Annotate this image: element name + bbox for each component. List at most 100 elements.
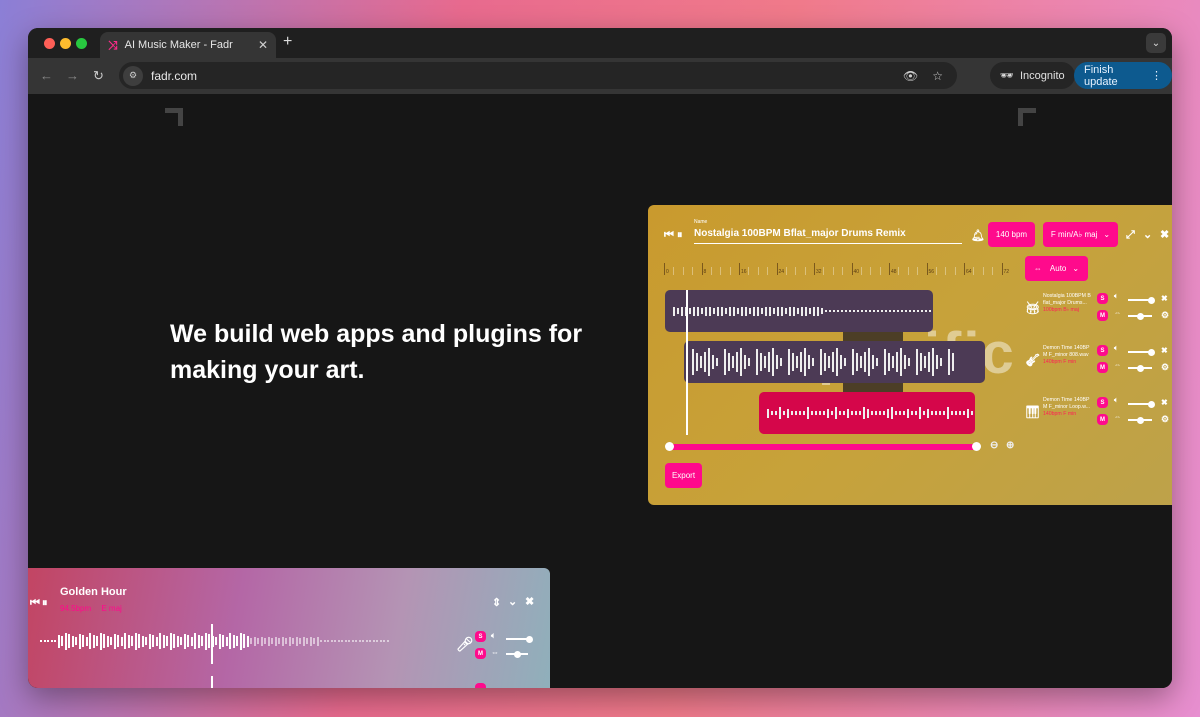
volume-knob[interactable] bbox=[1147, 348, 1155, 356]
waveform-bar bbox=[767, 408, 769, 418]
mute-button[interactable]: M bbox=[1097, 362, 1108, 373]
pan-slider[interactable] bbox=[1128, 416, 1152, 424]
solo-button-next[interactable] bbox=[475, 683, 486, 688]
waveform-bar bbox=[78, 633, 81, 649]
volume-slider[interactable] bbox=[506, 635, 533, 643]
volume-knob[interactable] bbox=[1147, 400, 1155, 408]
track-settings-icon[interactable]: ⚙ bbox=[1161, 310, 1169, 321]
volume-slider[interactable] bbox=[1128, 400, 1155, 408]
address-bar[interactable]: ⚙ fadr.com 👁 ☆ bbox=[119, 62, 957, 89]
range-end-handle[interactable] bbox=[972, 442, 981, 451]
volume-icon: 🔈︎ bbox=[1114, 293, 1119, 300]
minimize-window-button[interactable] bbox=[60, 38, 71, 49]
expand-icon[interactable]: ⤢ bbox=[1126, 229, 1135, 242]
browser-tab[interactable]: ⤨ AI Music Maker - Fadr ✕ bbox=[100, 32, 276, 58]
timeline-ruler[interactable]: 0 8 16 24 32 40 48 56 64 72 bbox=[664, 257, 1019, 277]
eye-off-icon[interactable]: 👁 bbox=[903, 69, 918, 83]
waveform-bar bbox=[733, 306, 735, 316]
solo-button[interactable]: S bbox=[475, 631, 486, 642]
pan-slider[interactable] bbox=[1128, 364, 1152, 372]
pause-icon[interactable]: ⏸ bbox=[42, 597, 48, 610]
mute-button[interactable]: M bbox=[1097, 310, 1108, 321]
solo-button[interactable]: S bbox=[1097, 293, 1108, 304]
solo-button[interactable]: S bbox=[1097, 345, 1108, 356]
waveform-bar bbox=[250, 638, 252, 644]
bpm-button[interactable]: 140 bpm bbox=[988, 222, 1035, 247]
kebab-menu-icon[interactable]: ⋮ bbox=[1151, 69, 1162, 82]
name-input[interactable]: Nostalgia 100BPM Bflat_major Drums Remix bbox=[694, 228, 962, 244]
new-tab-button[interactable]: + bbox=[283, 33, 292, 51]
reload-icon[interactable]: ↻ bbox=[93, 68, 104, 84]
reorder-icon[interactable]: ⇕ bbox=[492, 596, 501, 609]
pan-knob[interactable] bbox=[1136, 416, 1144, 424]
export-button[interactable]: Export bbox=[665, 463, 702, 488]
mute-button[interactable]: M bbox=[475, 648, 486, 659]
pan-slider[interactable] bbox=[506, 650, 528, 658]
close-icon[interactable]: ✖ bbox=[1160, 228, 1169, 241]
tab-search-icon[interactable]: ⌄ bbox=[1146, 33, 1166, 53]
waveform-bar bbox=[239, 632, 242, 650]
waveform-bar bbox=[851, 411, 853, 415]
browser-window: ⤨ AI Music Maker - Fadr ✕ + ⌄ ← → ↻ ⚙ fa… bbox=[28, 28, 1172, 688]
close-tab-icon[interactable]: ✕ bbox=[258, 38, 268, 52]
track-key: F min bbox=[1063, 359, 1077, 365]
forward-arrow-icon[interactable]: → bbox=[66, 68, 79, 83]
remove-track-icon[interactable]: ✖ bbox=[1161, 346, 1168, 355]
range-start-handle[interactable] bbox=[665, 442, 674, 451]
remove-track-icon[interactable]: ✖ bbox=[1161, 294, 1168, 303]
ruler-minor-tick bbox=[767, 267, 769, 275]
waveform-bar bbox=[789, 306, 791, 316]
mute-button[interactable]: M bbox=[1097, 414, 1108, 425]
tab-title: AI Music Maker - Fadr bbox=[124, 39, 233, 51]
collapse-chevron-icon[interactable]: ⌄ bbox=[1143, 228, 1152, 241]
playhead[interactable] bbox=[211, 624, 213, 664]
time-mode-select[interactable]: ⇔ Auto ⌄ bbox=[1025, 256, 1088, 281]
site-settings-icon[interactable]: ⚙ bbox=[123, 65, 143, 86]
skip-back-icon[interactable]: ⏮ bbox=[664, 229, 674, 242]
pan-knob[interactable] bbox=[1136, 364, 1144, 372]
clip-loop[interactable] bbox=[759, 392, 975, 434]
waveform-bar bbox=[106, 635, 109, 647]
waveform-bar bbox=[764, 356, 766, 368]
pan-knob[interactable] bbox=[1136, 312, 1144, 320]
waveform-bar bbox=[351, 640, 354, 642]
url-text[interactable]: fadr.com bbox=[151, 69, 903, 83]
metronome-icon[interactable]: 🔔︎ bbox=[971, 229, 985, 242]
zoom-out-icon[interactable]: ⊖ bbox=[990, 440, 998, 451]
waveform-bar bbox=[820, 349, 822, 375]
key-select[interactable]: F min/A♭ maj ⌄ bbox=[1043, 222, 1118, 247]
waveform-bar bbox=[920, 353, 922, 371]
close-icon[interactable]: ✖ bbox=[525, 595, 534, 608]
star-icon[interactable]: ☆ bbox=[932, 69, 943, 83]
back-arrow-icon[interactable]: ← bbox=[40, 68, 53, 83]
clip-808[interactable] bbox=[684, 341, 985, 383]
pan-knob[interactable] bbox=[513, 650, 521, 658]
volume-knob[interactable] bbox=[525, 635, 533, 643]
ruler-minor-tick bbox=[710, 267, 712, 275]
track-settings-icon[interactable]: ⚙ bbox=[1161, 362, 1169, 373]
solo-button[interactable]: S bbox=[1097, 397, 1108, 408]
volume-knob[interactable] bbox=[1147, 296, 1155, 304]
pause-icon[interactable]: ⏸ bbox=[677, 229, 683, 242]
collapse-chevron-icon[interactable]: ⌄ bbox=[508, 595, 517, 608]
volume-slider[interactable] bbox=[1128, 348, 1155, 356]
playhead[interactable] bbox=[686, 290, 688, 435]
close-window-button[interactable] bbox=[44, 38, 55, 49]
remove-track-icon[interactable]: ✖ bbox=[1161, 398, 1168, 407]
zoom-in-icon[interactable]: ⊕ bbox=[1006, 440, 1014, 451]
waveform-bar bbox=[835, 407, 837, 419]
waveform-bar bbox=[892, 356, 894, 368]
timeline-zoom-range[interactable] bbox=[665, 442, 981, 451]
waveform-bar bbox=[700, 356, 702, 368]
waveform-bar bbox=[895, 411, 897, 415]
volume-slider[interactable] bbox=[1128, 296, 1155, 304]
pan-slider[interactable] bbox=[1128, 312, 1152, 320]
clip-drums[interactable] bbox=[665, 290, 933, 332]
maximize-window-button[interactable] bbox=[76, 38, 87, 49]
finish-update-button[interactable]: Finish update ⋮ bbox=[1074, 62, 1172, 89]
waveform-bar bbox=[288, 636, 291, 646]
track-settings-icon[interactable]: ⚙ bbox=[1161, 414, 1169, 425]
incognito-badge[interactable]: 🕶 Incognito bbox=[990, 62, 1075, 89]
waveform-bar bbox=[903, 411, 905, 415]
skip-back-icon[interactable]: ⏮ bbox=[30, 597, 40, 610]
